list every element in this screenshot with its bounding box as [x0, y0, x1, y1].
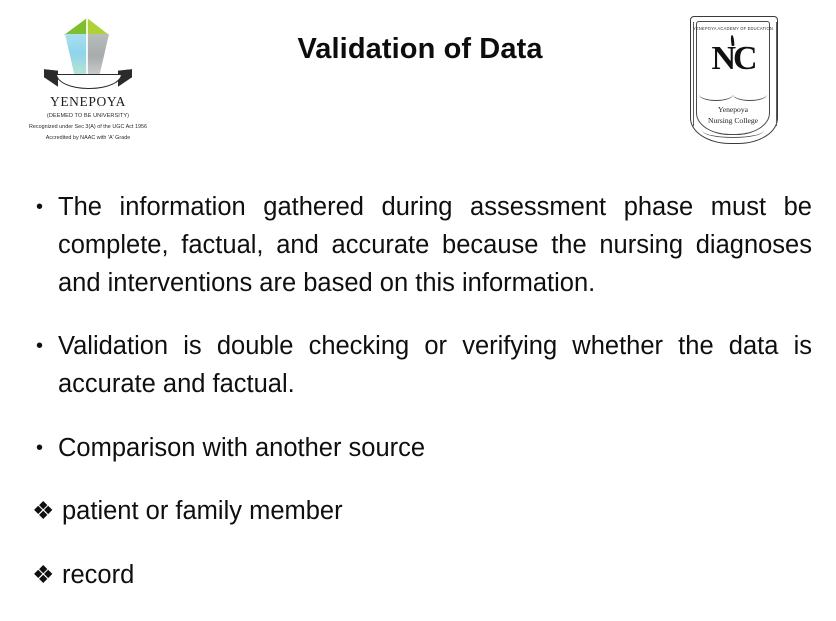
- crest-college-name-line2: Nursing College: [708, 116, 758, 125]
- sub-bullet-text: record: [62, 560, 135, 589]
- bullet-text: The information gathered during assessme…: [58, 192, 812, 297]
- shield-center-seam: [86, 18, 88, 76]
- sub-bullet-text: patient or family member: [62, 497, 343, 525]
- crest-side-rule-right: [775, 22, 777, 126]
- bullet-marker-icon: •: [36, 436, 44, 459]
- crest-academy-text: YENEPOYA ACADEMY OF EDUCATION: [692, 26, 774, 31]
- bullet-text: Comparison with another source: [58, 433, 426, 462]
- crest-monogram: NC: [711, 40, 757, 77]
- bullet-marker-icon: •: [36, 195, 44, 218]
- sub-bullet-item: ❖ record: [22, 556, 812, 594]
- sub-bullet-item: ❖ patient or family member: [22, 492, 812, 530]
- shield-top-left-facet: [64, 18, 87, 35]
- university-shield-icon: [24, 14, 152, 92]
- ribbon-band: [56, 74, 122, 89]
- slide-canvas: YENEPOYA (DEEMED TO BE UNIVERSITY) Recog…: [0, 0, 836, 621]
- bullet-item: • The information gathered during assess…: [22, 188, 812, 302]
- university-name: YENEPOYA: [49, 94, 127, 109]
- bullet-text: Validation is double checking or verifyi…: [58, 332, 812, 398]
- shield-ribbon-icon: [42, 69, 134, 90]
- university-deemed-line: (DEEMED TO BE UNIVERSITY): [46, 113, 130, 119]
- bullet-marker-icon: •: [36, 335, 44, 357]
- yenepoya-university-logo: YENEPOYA (DEEMED TO BE UNIVERSITY) Recog…: [24, 14, 152, 154]
- crest-college-name-line1: Yenepoya: [717, 105, 749, 114]
- ribbon-tail-left: [44, 69, 58, 87]
- bullet-item: • Validation is double checking or verif…: [22, 327, 812, 403]
- nursing-college-logo: YENEPOYA ACADEMY OF EDUCATION NC Yenepoy…: [690, 16, 780, 148]
- university-recognition-line: Recognized under Sec 3(A) of the UGC Act…: [28, 124, 148, 130]
- crest-divider: [699, 92, 767, 101]
- shield-top-right-facet: [87, 18, 109, 35]
- slide-title: Validation of Data: [297, 33, 543, 65]
- bullet-item: • Comparison with another source: [22, 429, 812, 467]
- university-accreditation-line: Accredited by NAAC with 'A' Grade: [45, 135, 131, 141]
- slide-body: • The information gathered during assess…: [22, 162, 812, 621]
- diamond-marker-icon: ❖: [32, 560, 55, 589]
- diamond-marker-icon: ❖: [32, 497, 55, 525]
- slide-header: YENEPOYA (DEEMED TO BE UNIVERSITY) Recog…: [0, 0, 836, 160]
- crest-college-name: Yenepoya Nursing College: [690, 104, 776, 126]
